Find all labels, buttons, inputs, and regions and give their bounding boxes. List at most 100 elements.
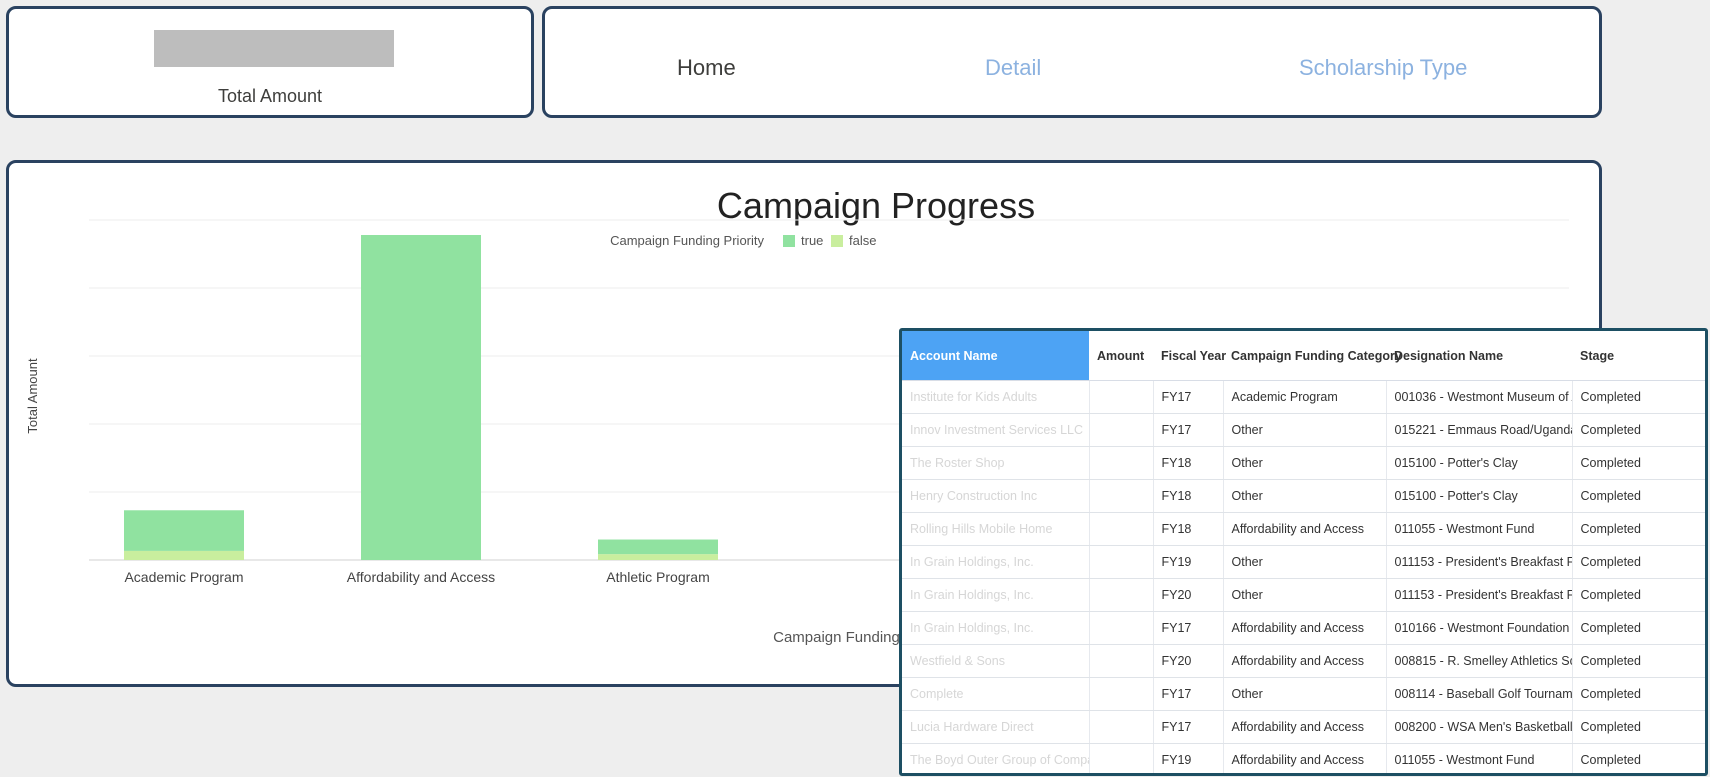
cell-designation-name: 011153 - President's Breakfast Fund xyxy=(1385,578,1572,612)
cell-amount xyxy=(1088,446,1153,480)
cell-campaign-funding-category: Affordability and Access xyxy=(1222,644,1386,678)
cell-designation-name: 015100 - Potter's Clay xyxy=(1385,479,1572,513)
cell-amount xyxy=(1088,479,1153,513)
navigation-tabs: Home Detail Scholarship Type xyxy=(542,6,1602,118)
cell-campaign-funding-category: Other xyxy=(1222,545,1386,579)
cell-designation-name: 015221 - Emmaus Road/Uganda xyxy=(1385,413,1572,447)
cell-stage: Completed xyxy=(1571,677,1705,711)
cell-fiscal-year: FY17 xyxy=(1152,677,1223,711)
bar-false[interactable] xyxy=(124,550,244,560)
column-header-account-name[interactable]: Account Name xyxy=(902,331,1089,381)
table-header-row: Account Name Amount Fiscal Year Campaign… xyxy=(902,331,1705,381)
table-row[interactable]: In Grain Holdings, Inc. FY20 Other 011153 -… xyxy=(902,578,1705,612)
cell-stage: Completed xyxy=(1571,578,1705,612)
cell-amount xyxy=(1088,512,1153,546)
cell-fiscal-year: FY18 xyxy=(1152,479,1223,513)
cell-campaign-funding-category: Other xyxy=(1222,677,1386,711)
legend-swatch-false xyxy=(831,235,843,247)
x-tick-label: Athletic Program xyxy=(606,569,709,585)
cell-account-name: Complete xyxy=(902,677,1089,711)
cell-designation-name: 008200 - WSA Men's Basketball xyxy=(1385,710,1572,744)
bar-true[interactable] xyxy=(598,539,718,555)
opportunity-table-panel: Account Name Amount Fiscal Year Campaign… xyxy=(899,328,1708,776)
cell-account-name: In Grain Holdings, Inc. xyxy=(902,578,1089,612)
cell-account-name: The Boyd Outer Group of Companies xyxy=(902,743,1089,773)
bar-false[interactable] xyxy=(598,554,718,560)
column-header-stage[interactable]: Stage xyxy=(1572,331,1705,381)
column-header-campaign-funding-category[interactable]: Campaign Funding Category xyxy=(1223,331,1402,381)
cell-campaign-funding-category: Affordability and Access xyxy=(1222,512,1386,546)
tab-home[interactable]: Home xyxy=(677,55,736,81)
cell-designation-name: 011055 - Westmont Fund xyxy=(1385,512,1572,546)
table-row[interactable]: Complete FY17 Other 008114 - Baseball Golf … xyxy=(902,677,1705,711)
table-row[interactable]: The Roster Shop FY18 Other 015100 - Potter'… xyxy=(902,446,1705,480)
cell-account-name: Institute for Kids Adults xyxy=(902,380,1089,414)
legend-label-true[interactable]: true xyxy=(801,233,823,248)
cell-designation-name: 008815 - R. Smelley Athletics Schol End xyxy=(1385,644,1572,678)
cell-amount xyxy=(1088,644,1153,678)
cell-fiscal-year: FY18 xyxy=(1152,446,1223,480)
cell-fiscal-year: FY20 xyxy=(1152,644,1223,678)
column-header-designation-name[interactable]: Designation Name xyxy=(1386,331,1572,381)
y-axis-label: Total Amount xyxy=(25,358,40,434)
cell-fiscal-year: FY20 xyxy=(1152,578,1223,612)
cell-stage: Completed xyxy=(1571,644,1705,678)
cell-fiscal-year: FY17 xyxy=(1152,611,1223,645)
cell-amount xyxy=(1088,578,1153,612)
x-tick-label: Academic Program xyxy=(124,569,243,585)
table-row[interactable]: In Grain Holdings, Inc. FY19 Other 011153 -… xyxy=(902,545,1705,579)
legend-title: Campaign Funding Priority xyxy=(610,233,764,248)
table-row[interactable]: Lucia Hardware Direct FY17 Affordability a… xyxy=(902,710,1705,744)
cell-account-name: Henry Construction Inc xyxy=(902,479,1089,513)
cell-designation-name: 011153 - President's Breakfast Fund xyxy=(1385,545,1572,579)
total-amount-card: Total Amount xyxy=(6,6,534,118)
cell-amount xyxy=(1088,413,1153,447)
bar-true[interactable] xyxy=(361,235,481,560)
table-row[interactable]: Rolling Hills Mobile Home FY18 Affordabili… xyxy=(902,512,1705,546)
table-row[interactable]: Henry Construction Inc FY18 Other 015100 - … xyxy=(902,479,1705,513)
table-row[interactable]: Westfield & Sons FY20 Affordability and Ac… xyxy=(902,644,1705,678)
column-header-fiscal-year[interactable]: Fiscal Year xyxy=(1153,331,1226,381)
x-tick-label: Affordability and Access xyxy=(347,569,495,585)
cell-campaign-funding-category: Affordability and Access xyxy=(1222,743,1386,773)
table-row[interactable]: The Boyd Outer Group of Companies FY19Aff… xyxy=(902,743,1705,773)
table-row[interactable]: Institute for Kids Adults FY17 Academic Pr… xyxy=(902,380,1705,414)
cell-account-name: Westfield & Sons xyxy=(902,644,1089,678)
cell-account-name: Innov Investment Services LLC xyxy=(902,413,1089,447)
cell-stage: Completed xyxy=(1571,743,1705,773)
cell-stage: Completed xyxy=(1571,380,1705,414)
cell-campaign-funding-category: Other xyxy=(1222,479,1386,513)
cell-fiscal-year: FY17 xyxy=(1152,710,1223,744)
tab-scholarship-type[interactable]: Scholarship Type xyxy=(1299,55,1467,81)
cell-fiscal-year: FY19 xyxy=(1152,545,1223,579)
column-header-amount[interactable]: Amount xyxy=(1089,331,1153,381)
cell-amount xyxy=(1088,710,1153,744)
cell-account-name: In Grain Holdings, Inc. xyxy=(902,545,1089,579)
cell-amount xyxy=(1088,677,1153,711)
cell-campaign-funding-category: Other xyxy=(1222,578,1386,612)
opportunity-table: Account Name Amount Fiscal Year Campaign… xyxy=(902,331,1705,773)
cell-stage: Completed xyxy=(1571,479,1705,513)
tab-detail[interactable]: Detail xyxy=(985,55,1041,81)
cell-fiscal-year: FY18 xyxy=(1152,512,1223,546)
cell-stage: Completed xyxy=(1571,611,1705,645)
redacted-value xyxy=(154,30,394,67)
cell-account-name: Rolling Hills Mobile Home xyxy=(902,512,1089,546)
legend-label-false[interactable]: false xyxy=(849,233,876,248)
cell-designation-name: 008114 - Baseball Golf Tournament xyxy=(1385,677,1572,711)
cell-fiscal-year: FY17 xyxy=(1152,380,1223,414)
cell-designation-name: 010166 - Westmont Foundation Schol xyxy=(1385,611,1572,645)
table-row[interactable]: Innov Investment Services LLC FY17 Other 01… xyxy=(902,413,1705,447)
table-row[interactable]: In Grain Holdings, Inc. FY17 Affordability… xyxy=(902,611,1705,645)
cell-stage: Completed xyxy=(1571,545,1705,579)
cell-campaign-funding-category: Other xyxy=(1222,413,1386,447)
cell-account-name: Lucia Hardware Direct xyxy=(902,710,1089,744)
cell-amount xyxy=(1088,380,1153,414)
cell-amount xyxy=(1088,743,1153,773)
total-amount-label: Total Amount xyxy=(217,86,323,106)
cell-designation-name: 011055 - Westmont Fund xyxy=(1385,743,1572,773)
cell-campaign-funding-category: Other xyxy=(1222,446,1386,480)
bar-true[interactable] xyxy=(124,510,244,551)
cell-amount xyxy=(1088,611,1153,645)
cell-campaign-funding-category: Affordability and Access xyxy=(1222,710,1386,744)
